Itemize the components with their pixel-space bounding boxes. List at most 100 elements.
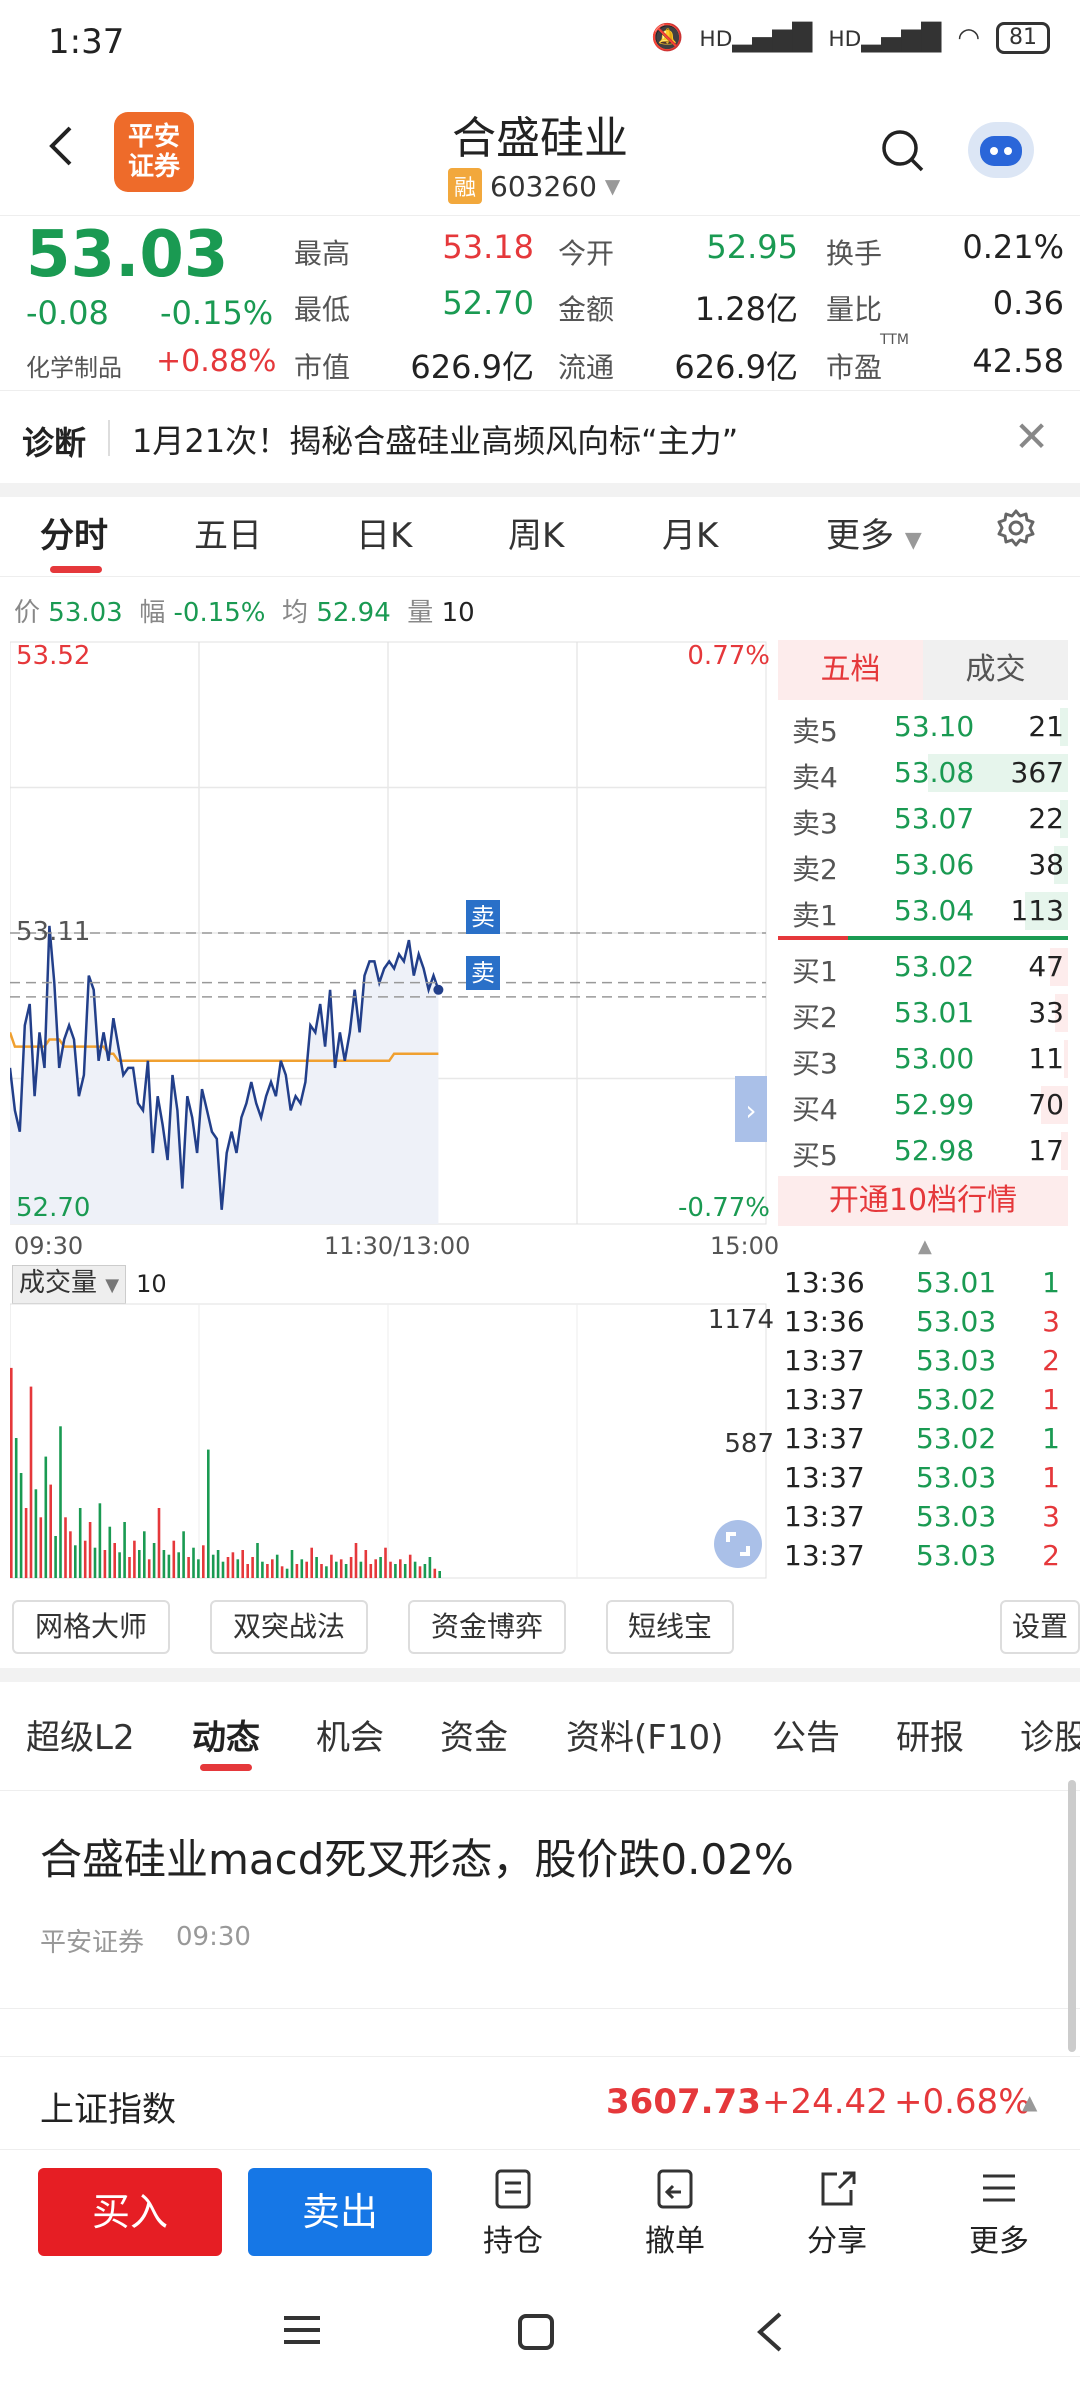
scrollbar[interactable] — [1068, 1780, 1076, 2052]
volume-bar — [280, 1566, 284, 1578]
tab-diagnose[interactable]: 诊股 — [1020, 1710, 1080, 1759]
tab-more[interactable]: 更多 ▼ — [826, 508, 922, 557]
tab-monthly-k[interactable]: 月K — [662, 508, 718, 557]
tab-dynamic[interactable]: 动态 — [192, 1710, 260, 1759]
short-line-button[interactable]: 短线宝 — [606, 1600, 734, 1654]
trade-volume: 1 — [1042, 1266, 1060, 1299]
bid-row[interactable]: 买3 53.00 11 — [778, 1036, 1068, 1082]
buy-button[interactable]: 买入 — [38, 2168, 222, 2256]
sector-name[interactable]: 化学制品 — [26, 348, 122, 383]
clock: 1:37 — [48, 22, 125, 62]
bid-row[interactable]: 买1 53.02 47 — [778, 944, 1068, 990]
volume-bar — [133, 1540, 136, 1578]
volume-selector[interactable]: 成交量 ▼ 10 — [12, 1264, 167, 1304]
volume-bar — [359, 1561, 363, 1578]
mute-icon: 🔕 — [651, 23, 684, 53]
volume-bar — [172, 1540, 176, 1578]
level-volume: 21 — [1028, 710, 1064, 743]
volume-bar — [256, 1543, 259, 1578]
expand-arrow-button[interactable]: › — [735, 1076, 767, 1142]
close-icon[interactable]: ✕ — [1014, 412, 1049, 461]
news-title[interactable]: 合盛硅业macd死叉形态，股价跌0.02% — [40, 1826, 794, 1887]
tab-announcements[interactable]: 公告 — [772, 1710, 840, 1759]
grid-master-button[interactable]: 网格大师 — [12, 1600, 170, 1654]
expand-up-icon[interactable]: ▲ — [1022, 2090, 1037, 2114]
tab-f10[interactable]: 资料(F10) — [566, 1710, 723, 1759]
volume-bar — [167, 1554, 171, 1578]
trade-time: 13:37 — [784, 1344, 865, 1377]
tab-opportunity[interactable]: 机会 — [316, 1710, 384, 1759]
intraday-chart[interactable]: 53.52 0.77% 53.11 52.70 -0.77% 卖 卖 › — [10, 638, 776, 1228]
fund-game-button[interactable]: 资金博弈 — [408, 1600, 566, 1654]
search-icon[interactable] — [880, 128, 926, 178]
svg-text:›: › — [745, 1094, 756, 1127]
tab-trades[interactable]: 成交 — [923, 640, 1068, 700]
bid-row[interactable]: 买5 52.98 17 — [778, 1128, 1068, 1174]
tab-5day[interactable]: 五日 — [194, 508, 262, 557]
settings-gear-icon[interactable] — [996, 508, 1036, 552]
back-nav-icon[interactable] — [752, 2310, 788, 2354]
menu-nav-icon[interactable] — [280, 2310, 324, 2350]
open-value: 52.95 — [706, 228, 798, 266]
high-label: 最高 — [294, 237, 351, 270]
volume-bar — [113, 1543, 116, 1578]
double-breakout-button[interactable]: 双突战法 — [210, 1600, 368, 1654]
level-volume: 22 — [1028, 802, 1064, 835]
tab-daily-k[interactable]: 日K — [356, 508, 412, 557]
volume-bar — [295, 1564, 299, 1578]
tools-settings-button[interactable]: 设置 — [1000, 1600, 1080, 1654]
tab-order-book[interactable]: 五档 — [778, 640, 923, 700]
index-change: +24.42 — [762, 2082, 888, 2122]
bid-row[interactable]: 买2 53.01 33 — [778, 990, 1068, 1036]
price-summary-line: 价 53.03 幅 -0.15% 均 52.94 量 10 — [14, 598, 475, 628]
share-button[interactable]: 分享 — [782, 2168, 892, 2260]
mktcap-label: 市值 — [294, 351, 351, 384]
volume-bar — [271, 1559, 274, 1578]
ask-row[interactable]: 卖5 53.10 21 — [778, 704, 1068, 750]
level-volume: 70 — [1028, 1088, 1064, 1121]
sell-button[interactable]: 卖出 — [248, 2168, 432, 2256]
holdings-button[interactable]: 持仓 — [458, 2168, 568, 2260]
ask-row[interactable]: 卖4 53.08 367 — [778, 750, 1068, 796]
amount-value: 1.28亿 — [694, 290, 798, 328]
volume-bar — [241, 1550, 244, 1578]
assistant-robot-icon[interactable] — [968, 122, 1034, 178]
ask-row[interactable]: 卖2 53.06 38 — [778, 842, 1068, 888]
tab-research[interactable]: 研报 — [896, 1710, 964, 1759]
book-divider — [778, 936, 1068, 940]
tab-intraday[interactable]: 分时 — [40, 508, 108, 557]
diagnosis-label: 诊断 — [22, 424, 87, 462]
tab-funds[interactable]: 资金 — [440, 1710, 508, 1759]
signal-icon-2: HD▂▄▆█ — [828, 23, 942, 53]
stock-code-row[interactable]: 融 603260 ▼ — [448, 168, 620, 204]
open-10-level-button[interactable]: 开通10档行情 — [778, 1176, 1068, 1226]
volume-bar — [325, 1566, 328, 1578]
tab-weekly-k[interactable]: 周K — [508, 508, 564, 557]
more-button[interactable]: 更多 — [944, 2168, 1054, 2260]
tab-super-l2[interactable]: 超级L2 — [26, 1710, 135, 1759]
fullscreen-icon[interactable] — [714, 1520, 762, 1568]
diagnosis-text[interactable]: 1月21次！揭秘合盛硅业高频风向标“主力” — [132, 416, 738, 462]
home-nav-icon[interactable] — [514, 2310, 558, 2354]
cancel-order-button[interactable]: 撤单 — [620, 2168, 730, 2260]
volume-bar — [108, 1526, 112, 1578]
ask-row[interactable]: 卖3 53.07 22 — [778, 796, 1068, 842]
caret-down-icon: ▼ — [904, 528, 922, 553]
level-price: 53.04 — [894, 894, 975, 927]
ask-row[interactable]: 卖1 53.04 113 — [778, 888, 1068, 934]
volume-bar — [315, 1557, 318, 1578]
volume-bar — [54, 1536, 57, 1578]
volume-bar — [74, 1545, 77, 1578]
volume-bar — [275, 1554, 279, 1578]
volume-bar — [349, 1557, 353, 1578]
trade-price: 53.03 — [916, 1305, 997, 1338]
trade-time: 13:36 — [784, 1266, 865, 1299]
level-volume: 17 — [1028, 1134, 1064, 1167]
pe-label: 市盈 — [826, 351, 883, 384]
triangle-up-icon: ▲ — [918, 1236, 932, 1257]
volume-bar — [187, 1557, 190, 1578]
bid-row[interactable]: 买4 52.99 70 — [778, 1082, 1068, 1128]
level-label: 卖5 — [792, 715, 838, 748]
level-label: 卖3 — [792, 807, 838, 840]
amount-label: 金额 — [558, 293, 615, 326]
